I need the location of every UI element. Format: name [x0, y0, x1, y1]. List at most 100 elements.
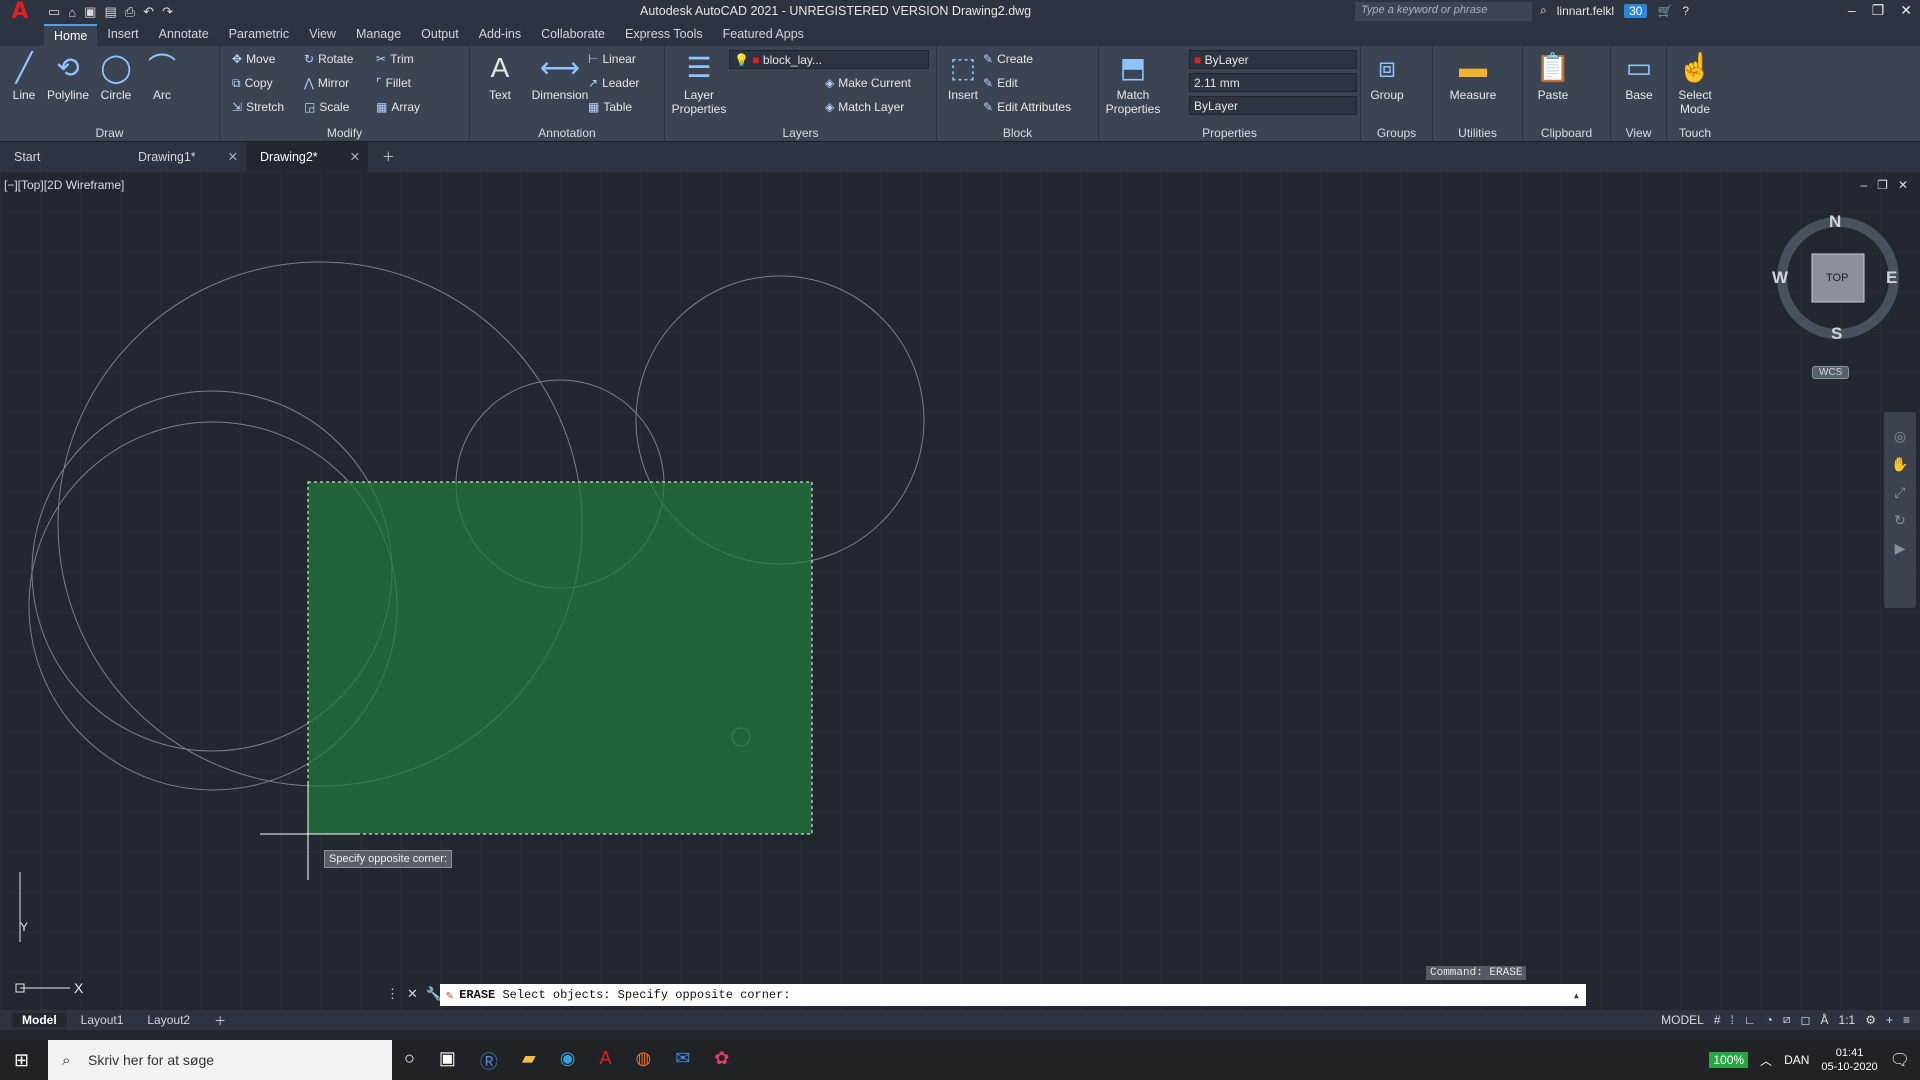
groups-panel-label[interactable]: Groups — [1361, 126, 1432, 142]
autocad-logo-icon[interactable]: A — [0, 0, 40, 24]
block-panel-label[interactable]: Block — [937, 126, 1098, 142]
create-block-button[interactable]: ✎ Create — [983, 52, 1033, 66]
edge-browser-icon[interactable]: ◉ — [560, 1048, 576, 1074]
command-line-input[interactable]: ✎ ERASE Select objects: Specify opposite… — [440, 984, 1586, 1006]
compass-south[interactable]: S — [1831, 324, 1842, 344]
drawing-area[interactable]: [−][Top][2D Wireframe] – ❐ ✕ N S E W TOP… — [0, 172, 1920, 1010]
rotate-button[interactable]: ↻ Rotate — [304, 52, 353, 66]
user-account[interactable]: linnart.felkl — [1557, 4, 1614, 18]
mail-icon[interactable]: ✉ — [675, 1048, 690, 1074]
command-grip-icon[interactable]: ⋮ — [386, 986, 399, 1002]
orbit-icon[interactable]: ↻ — [1884, 506, 1916, 534]
move-button[interactable]: ✥ Move — [232, 52, 275, 66]
windows-start-icon[interactable]: ⊞ — [14, 1050, 29, 1071]
drawing-canvas[interactable] — [0, 172, 1920, 1010]
snap-mode-icon[interactable]: ⁞ — [1731, 1013, 1734, 1027]
workspace-gear-icon[interactable]: ⚙ — [1865, 1013, 1876, 1027]
paste-button[interactable]: 📋 Paste — [1529, 50, 1577, 102]
r-app-icon[interactable]: Ⓡ — [480, 1048, 498, 1074]
modify-panel-label[interactable]: Modify — [220, 126, 469, 142]
tray-chevron-icon[interactable]: ︿ — [1760, 1052, 1772, 1069]
grid-display-icon[interactable]: # — [1714, 1013, 1721, 1027]
layout-tab-layout2[interactable]: Layout2 — [137, 1013, 200, 1027]
tab-addins[interactable]: Add-ins — [469, 24, 531, 46]
object-snap-icon[interactable]: ◻ — [1801, 1013, 1811, 1027]
draw-panel-label[interactable]: Draw — [0, 126, 219, 142]
taskbar-search-input[interactable]: ⌕ Skriv her for at søge — [48, 1040, 392, 1080]
tab-collaborate[interactable]: Collaborate — [531, 24, 615, 46]
dimension-button[interactable]: ⟷ Dimension — [526, 50, 594, 102]
color-dropdown[interactable]: ■ ByLayer — [1189, 50, 1357, 69]
save-icon[interactable]: ▣ — [84, 4, 96, 20]
linetype-dropdown[interactable]: ByLayer — [1189, 96, 1357, 115]
new-tab-button[interactable]: ＋ — [368, 142, 409, 172]
array-button[interactable]: ▦ Array — [376, 100, 420, 114]
wcs-menu[interactable]: WCS — [1812, 366, 1850, 379]
cortana-icon[interactable]: ○ — [404, 1048, 415, 1074]
base-button[interactable]: ▭ Base — [1615, 50, 1663, 102]
autocad-taskbar-icon[interactable]: A — [599, 1048, 611, 1074]
zoom-extents-icon[interactable]: ⤢ — [1884, 478, 1916, 506]
paint-icon[interactable]: ✿ — [714, 1048, 729, 1074]
group-button[interactable]: ⧈ Group — [1363, 50, 1411, 102]
restore-icon[interactable]: ❐ — [1872, 2, 1885, 19]
copy-button[interactable]: ⧉ Copy — [232, 76, 273, 91]
table-button[interactable]: ▦ Table — [588, 100, 632, 114]
layout-tab-layout1[interactable]: Layout1 — [71, 1013, 134, 1027]
save-as-icon[interactable]: ▤ — [104, 4, 116, 20]
compass-east[interactable]: E — [1886, 268, 1897, 288]
showmotion-icon[interactable]: ▶ — [1884, 534, 1916, 562]
tab-output[interactable]: Output — [411, 24, 469, 46]
utilities-panel-label[interactable]: Utilities — [1433, 126, 1522, 142]
minimize-icon[interactable]: – — [1848, 2, 1856, 19]
close-tab-icon[interactable]: ✕ — [350, 142, 360, 172]
clipboard-panel-label[interactable]: Clipboard — [1523, 126, 1610, 142]
edit-attributes-button[interactable]: ✎ Edit Attributes — [983, 100, 1071, 114]
pan-icon[interactable]: ✋ — [1884, 450, 1916, 478]
help-search-input[interactable]: Type a keyword or phrase — [1355, 2, 1532, 21]
fillet-button[interactable]: ⌜ Fillet — [376, 76, 411, 90]
arc-button[interactable]: ⌒ Arc — [138, 50, 186, 102]
open-file-icon[interactable]: ⌂ — [68, 5, 76, 20]
plot-icon[interactable]: ⎙ — [125, 4, 135, 20]
circle-button[interactable]: ◯ Circle — [92, 50, 140, 102]
viewport-close-icon[interactable]: ✕ — [1898, 178, 1908, 192]
view-panel-label[interactable]: View — [1611, 126, 1666, 142]
doc-tab-start[interactable]: Start — [0, 142, 124, 172]
compass-north[interactable]: N — [1829, 212, 1841, 232]
viewport-restore-icon[interactable]: ❐ — [1877, 178, 1888, 192]
command-expand-icon[interactable]: ▴ — [1573, 988, 1580, 1003]
text-button[interactable]: A Text — [476, 50, 524, 102]
layout-tab-model[interactable]: Model — [12, 1013, 67, 1027]
viewcube-top-label[interactable]: TOP — [1826, 272, 1848, 284]
tab-express-tools[interactable]: Express Tools — [615, 24, 713, 46]
task-view-icon[interactable]: ▣ — [439, 1048, 456, 1074]
tab-featured-apps[interactable]: Featured Apps — [713, 24, 814, 46]
notification-icon[interactable]: 🗨 — [1890, 1050, 1910, 1070]
mirror-button[interactable]: ⋀ Mirror — [304, 76, 349, 90]
isodraft-icon[interactable]: ⧄ — [1783, 1012, 1791, 1027]
close-tab-icon[interactable]: ✕ — [228, 142, 238, 172]
zoom-indicator[interactable]: 100% — [1709, 1052, 1749, 1068]
annotation-scale[interactable]: 1:1 — [1839, 1013, 1856, 1027]
touch-panel-label[interactable]: Touch — [1667, 126, 1723, 142]
polyline-button[interactable]: ⟲ Polyline — [44, 50, 92, 102]
search-icon[interactable]: ⌕ — [1540, 3, 1547, 18]
tab-manage[interactable]: Manage — [346, 24, 411, 46]
measure-button[interactable]: ▬ Measure — [1443, 50, 1503, 102]
tab-home[interactable]: Home — [44, 24, 98, 46]
properties-panel-label[interactable]: Properties — [1099, 126, 1360, 142]
match-layer-button[interactable]: ◈ Match Layer — [825, 100, 904, 114]
plus-icon[interactable]: + — [1886, 1013, 1893, 1027]
command-close-icon[interactable]: ✕ — [407, 986, 418, 1002]
file-explorer-icon[interactable]: ▰ — [522, 1048, 536, 1074]
model-space-button[interactable]: MODEL — [1661, 1013, 1704, 1027]
tab-parametric[interactable]: Parametric — [219, 24, 299, 46]
line-button[interactable]: ╱ Line — [0, 50, 48, 102]
doc-tab-drawing1[interactable]: Drawing1* ✕ — [124, 142, 246, 172]
polar-tracking-icon[interactable]: ◔ — [1766, 1013, 1773, 1027]
insert-button[interactable]: ⬚ Insert — [939, 50, 987, 102]
viewport-minimize-icon[interactable]: – — [1860, 178, 1867, 192]
scale-button[interactable]: ◲ Scale — [304, 100, 349, 114]
trim-button[interactable]: ✂ Trim — [376, 52, 414, 66]
